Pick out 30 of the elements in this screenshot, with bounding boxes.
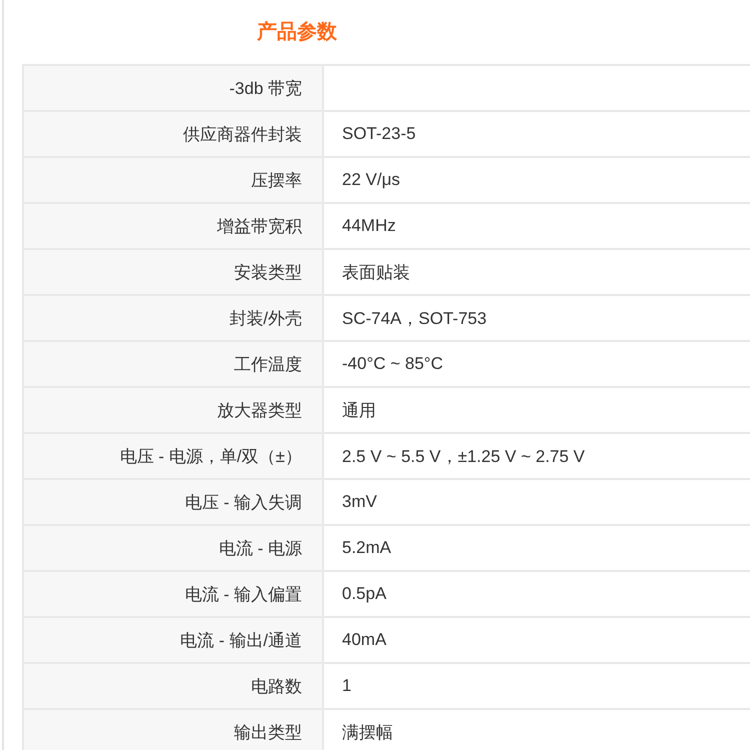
parameter-value: 1 [342,676,352,696]
parameter-label: 供应商器件封装 [183,124,302,146]
parameter-label: 电流 - 输入偏置 [184,584,302,606]
parameter-value: 满摆幅 [342,722,393,744]
parameter-value: SOT-23-5 [342,124,416,144]
parameter-label: 电压 - 输入失调 [184,492,302,514]
parameter-value: 44MHz [342,216,396,236]
parameter-value: 40mA [342,630,386,650]
parameter-label: -3db 带宽 [229,78,302,100]
parameter-label: 工作温度 [234,354,302,376]
parameter-label: 电流 - 电源 [218,538,302,560]
parameter-value: -40°C ~ 85°C [342,354,444,374]
parameter-value: 3mV [342,492,377,512]
parameter-label: 放大器类型 [217,400,302,422]
parameter-value: 22 V/μs [342,170,400,190]
parameter-value: 表面贴装 [342,262,410,284]
parameter-label: 电路数 [251,676,302,698]
parameter-label: 输出类型 [234,722,302,744]
parameter-label: 增益带宽积 [217,216,302,238]
parameter-label: 封装/外壳 [229,308,302,330]
parameter-value: 2.5 V ~ 5.5 V，±1.25 V ~ 2.75 V [342,446,585,468]
parameter-value: 0.5pA [342,584,386,604]
parameter-value: SC-74A，SOT-753 [342,308,487,330]
parameter-value: 通用 [342,400,376,422]
section-title: 产品参数 [257,20,337,44]
parameter-label: 安装类型 [234,262,302,284]
parameter-label: 压摆率 [251,170,302,192]
parameter-label: 电压 - 电源，单/双（±） [120,446,302,468]
parameter-value: 5.2mA [342,538,392,558]
parameter-label: 电流 - 输出/通道 [180,630,302,652]
